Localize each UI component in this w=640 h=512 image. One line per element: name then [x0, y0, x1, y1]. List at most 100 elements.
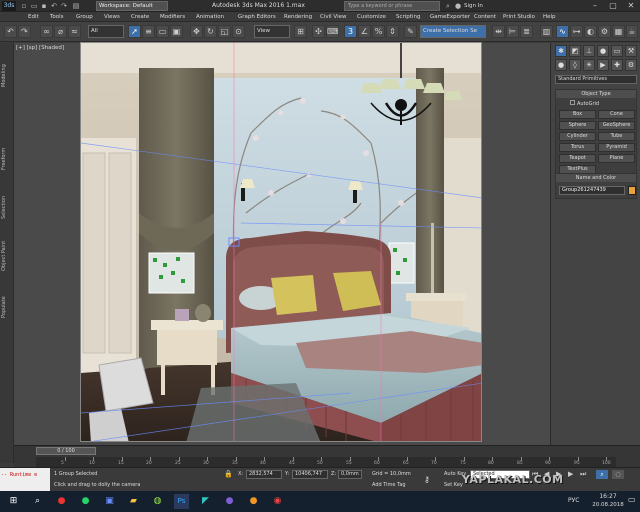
new-file-icon[interactable]: ▫: [20, 2, 28, 10]
viber-icon[interactable]: ●: [222, 494, 237, 509]
menu-graph-editors[interactable]: Graph Editors: [238, 12, 276, 22]
tab-populate[interactable]: Populate: [1, 287, 13, 327]
windows-start-icon[interactable]: ⊞: [6, 494, 21, 509]
rect-selection-icon[interactable]: ▭: [156, 25, 169, 38]
shapes-icon[interactable]: ◊: [569, 59, 581, 71]
menu-content[interactable]: Content: [474, 12, 496, 22]
cameras-icon[interactable]: ▶: [597, 59, 609, 71]
redo-icon[interactable]: ↷: [60, 2, 68, 10]
minimize-icon[interactable]: –: [586, 0, 604, 12]
z-coordinate-field[interactable]: 0,0mm: [338, 470, 362, 479]
menu-civil-view[interactable]: Civil View: [320, 12, 346, 22]
app-logo-icon[interactable]: 3ds: [2, 1, 16, 11]
reference-coordinate-dropdown[interactable]: View: [254, 25, 290, 38]
undo-icon[interactable]: ↶: [4, 25, 17, 38]
y-coordinate-field[interactable]: 10406,747: [292, 470, 328, 479]
redo-icon[interactable]: ↷: [18, 25, 31, 38]
pivot-center-icon[interactable]: ⊞: [294, 25, 307, 38]
menu-scripting[interactable]: Scripting: [396, 12, 420, 22]
scale-icon[interactable]: ◱: [218, 25, 231, 38]
named-selection-set-dropdown[interactable]: Create Selection Se: [420, 25, 486, 38]
sign-in-button[interactable]: Sign In: [464, 1, 514, 11]
autogrid-checkbox[interactable]: AutoGrid: [570, 100, 630, 108]
file-explorer-icon[interactable]: ▰: [126, 494, 141, 509]
move-icon[interactable]: ✥: [190, 25, 203, 38]
sphere-button[interactable]: Sphere: [559, 121, 596, 130]
undo-icon[interactable]: ↶: [50, 2, 58, 10]
workspace-dropdown[interactable]: Workspace: Default: [96, 1, 168, 11]
percent-snap-icon[interactable]: %: [372, 25, 385, 38]
track-bar[interactable]: 5 10 15 20 25 30 35 40 45 50 55 60 65 70 75 80 85 90 95 100: [36, 457, 616, 467]
notifications-icon[interactable]: ▭: [628, 495, 636, 507]
app-icon[interactable]: ▣: [102, 494, 117, 509]
modify-tab-icon[interactable]: ◩: [569, 45, 581, 57]
maxscript-listener[interactable]: -- Runtime e: [0, 468, 50, 492]
search-icon[interactable]: ⌕: [444, 2, 452, 10]
object-name-input[interactable]: Group261247439: [559, 186, 625, 195]
lights-icon[interactable]: ☀: [583, 59, 595, 71]
key-icon[interactable]: ⚷: [424, 476, 438, 484]
photoshop-icon[interactable]: Ps: [174, 494, 189, 509]
x-coordinate-field[interactable]: 2832,574: [246, 470, 282, 479]
clock-date[interactable]: 20.08.2018: [592, 502, 624, 508]
help-search-input[interactable]: Type a keyword or phrase: [344, 1, 440, 11]
cone-button[interactable]: Cone: [598, 110, 635, 119]
menu-print-studio[interactable]: Print Studio: [503, 12, 535, 22]
edit-named-selection-icon[interactable]: ✎: [404, 25, 417, 38]
plane-button[interactable]: Plane: [598, 154, 635, 163]
angle-snap-icon[interactable]: ∠: [358, 25, 371, 38]
unlink-icon[interactable]: ⌀: [54, 25, 67, 38]
tab-freeform[interactable]: Freeform: [1, 139, 13, 179]
menu-tools[interactable]: Tools: [50, 12, 64, 22]
graphite-toolbar-icon[interactable]: ▥: [540, 25, 553, 38]
rotate-icon[interactable]: ↻: [204, 25, 217, 38]
menu-group[interactable]: Group: [76, 12, 93, 22]
tube-button[interactable]: Tube: [598, 132, 635, 141]
create-tab-icon[interactable]: ✱: [555, 45, 567, 57]
pyramid-button[interactable]: Pyramid: [598, 143, 635, 152]
select-object-icon[interactable]: ➚: [128, 25, 141, 38]
systems-icon[interactable]: ⚙: [625, 59, 637, 71]
menu-views[interactable]: Views: [104, 12, 120, 22]
bind-spacewarp-icon[interactable]: ≈: [68, 25, 81, 38]
menu-rendering[interactable]: Rendering: [284, 12, 312, 22]
cylinder-button[interactable]: Cylinder: [559, 132, 596, 141]
placement-icon[interactable]: ⊙: [232, 25, 245, 38]
select-by-name-icon[interactable]: ≡: [142, 25, 155, 38]
open-file-icon[interactable]: ▭: [30, 2, 38, 10]
menu-create[interactable]: Create: [131, 12, 149, 22]
window-crossing-icon[interactable]: ▣: [170, 25, 183, 38]
tab-selection[interactable]: Selection: [1, 187, 13, 227]
maximize-icon[interactable]: ▢: [604, 0, 622, 12]
link-icon[interactable]: ∞: [40, 25, 53, 38]
spinner-snap-icon[interactable]: ⇕: [386, 25, 399, 38]
helpers-icon[interactable]: ✚: [611, 59, 623, 71]
geosphere-button[interactable]: GeoSphere: [598, 121, 635, 130]
tab-modeling[interactable]: Modeling: [1, 51, 13, 101]
object-type-title[interactable]: Object Type: [556, 90, 636, 98]
menu-animation[interactable]: Animation: [196, 12, 224, 22]
tab-object-paint[interactable]: Object Paint: [1, 229, 13, 283]
torus-button[interactable]: Torus: [559, 143, 596, 152]
display-tab-icon[interactable]: ▭: [611, 45, 623, 57]
mirror-icon[interactable]: ⇹: [492, 25, 505, 38]
teapot-button[interactable]: Teapot: [559, 154, 596, 163]
language-indicator[interactable]: РУС: [568, 497, 579, 504]
opera-icon[interactable]: ●: [54, 494, 69, 509]
lock-icon[interactable]: 🔒: [224, 470, 233, 479]
name-and-color-title[interactable]: Name and Color: [556, 174, 636, 182]
primitive-type-dropdown[interactable]: Standard Primitives: [555, 75, 637, 84]
menu-modifiers[interactable]: Modifiers: [160, 12, 185, 22]
green-app-icon[interactable]: ◍: [150, 494, 165, 509]
geometry-icon[interactable]: ●: [555, 59, 567, 71]
selection-filter-dropdown[interactable]: All: [88, 25, 124, 38]
select-manipulate-icon[interactable]: ✣: [312, 25, 325, 38]
3ds-max-icon[interactable]: ◤: [198, 494, 213, 509]
snap-toggle-icon[interactable]: 3: [344, 25, 357, 38]
schematic-view-icon[interactable]: ⊶: [570, 25, 583, 38]
close-icon[interactable]: ✕: [622, 0, 640, 12]
menu-gameexporter[interactable]: GameExporter: [430, 12, 470, 22]
align-icon[interactable]: ⊨: [506, 25, 519, 38]
save-file-icon[interactable]: ▪: [40, 2, 48, 10]
layer-manager-icon[interactable]: ≣: [520, 25, 533, 38]
